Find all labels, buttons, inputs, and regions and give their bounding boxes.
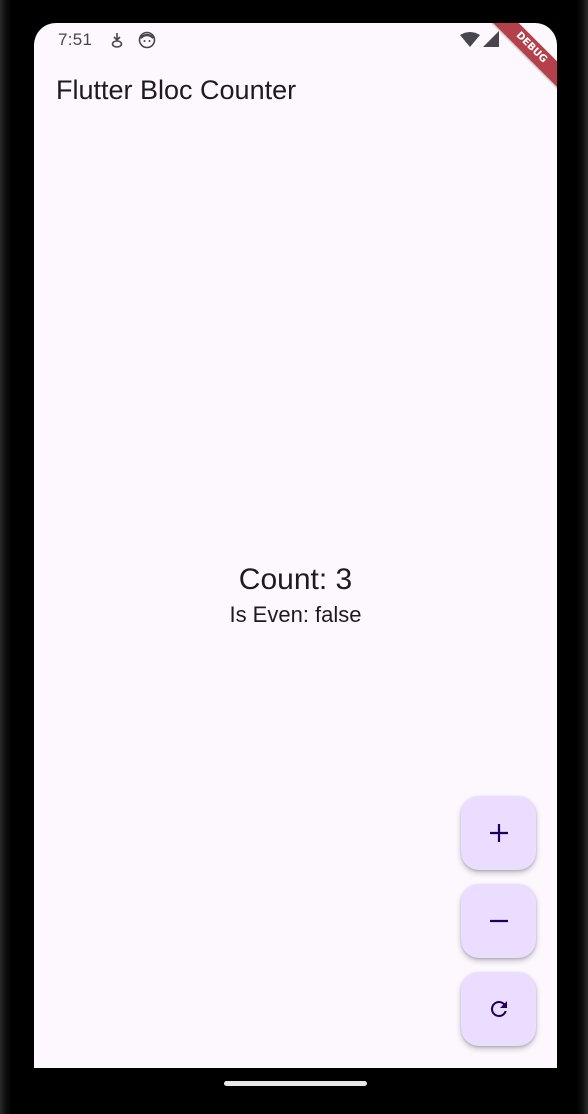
phone-frame: 7:51 DEBUG Flutter Bloc Counter Count: 3… — [0, 0, 588, 1114]
count-text: Count: 3 — [238, 563, 353, 596]
status-time: 7:51 — [58, 30, 93, 49]
download-icon — [110, 31, 124, 54]
app-bar: Flutter Bloc Counter — [34, 57, 557, 121]
plus-icon — [487, 821, 511, 845]
refresh-icon — [487, 997, 511, 1021]
cell-signal-icon — [482, 31, 500, 52]
wifi-icon — [460, 32, 480, 53]
app-screen: 7:51 DEBUG Flutter Bloc Counter Count: 3… — [34, 23, 557, 1068]
is-even-text: Is Even: false — [229, 602, 362, 627]
status-bar: 7:51 — [34, 23, 557, 57]
increment-button[interactable] — [461, 796, 536, 870]
decrement-button[interactable] — [461, 884, 536, 958]
face-icon — [138, 31, 156, 54]
reset-button[interactable] — [461, 972, 536, 1046]
minus-icon — [487, 909, 511, 933]
page-title: Flutter Bloc Counter — [56, 75, 297, 105]
counter-display: Count: 3 Is Even: false — [34, 560, 557, 630]
home-indicator[interactable] — [224, 1081, 367, 1086]
